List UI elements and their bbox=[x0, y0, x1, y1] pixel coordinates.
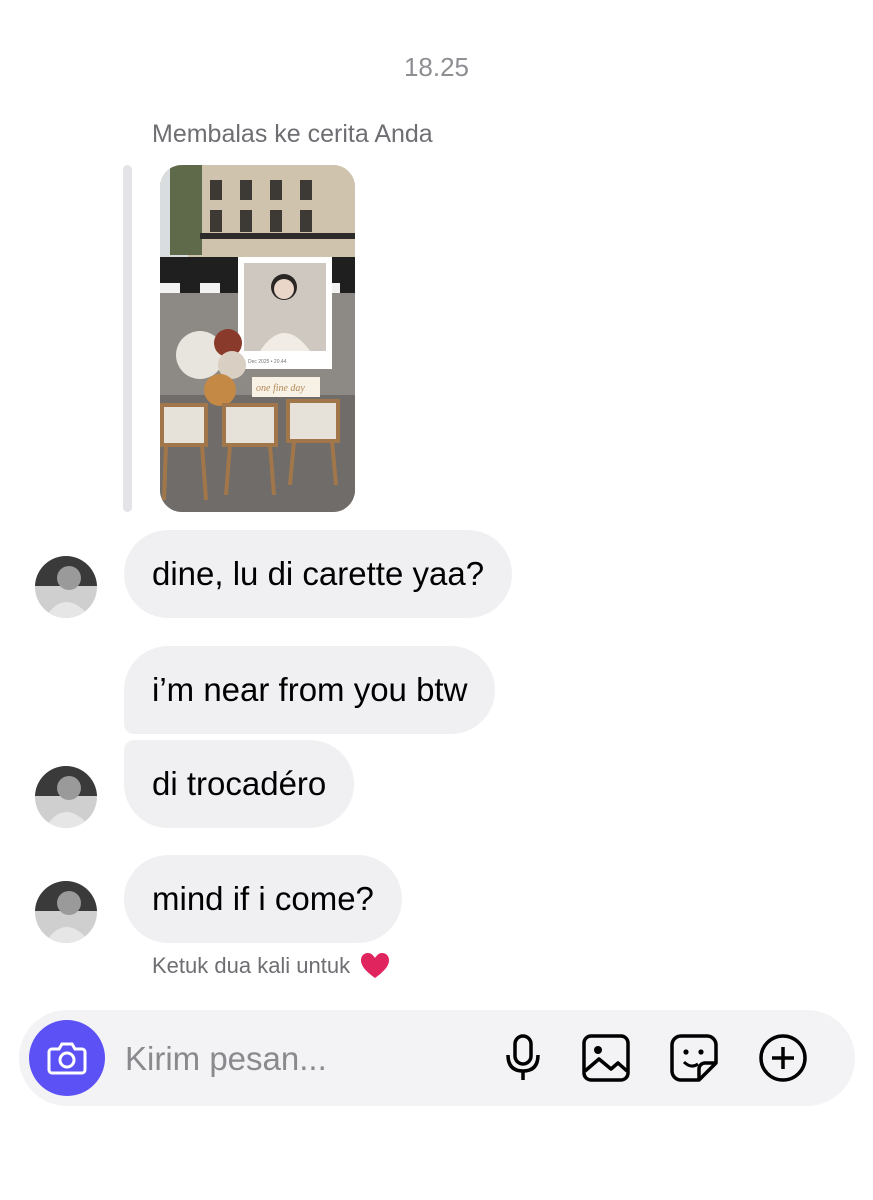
message-bubble[interactable]: mind if i come? bbox=[124, 855, 402, 943]
avatar-photo bbox=[35, 766, 97, 828]
microphone-icon bbox=[506, 1034, 540, 1080]
heart-icon bbox=[360, 952, 390, 980]
chat-screen: 18.25 Membalas ke cerita Anda Dec 2025 •… bbox=[0, 0, 873, 1200]
avatar-photo bbox=[35, 556, 97, 618]
avatar-photo bbox=[35, 881, 97, 943]
message-timestamp: 18.25 bbox=[403, 52, 470, 82]
message-bubble[interactable]: dine, lu di carette yaa? bbox=[124, 530, 513, 618]
story-reply-label: Membalas ke cerita Anda bbox=[152, 120, 433, 148]
message-bubble[interactable]: di trocadéro bbox=[124, 740, 355, 828]
camera-button[interactable] bbox=[29, 1020, 105, 1096]
message-composer bbox=[19, 1010, 855, 1106]
microphone-button[interactable] bbox=[497, 1032, 549, 1084]
story-script-caption: one fine day bbox=[256, 383, 305, 394]
camera-icon bbox=[47, 1042, 87, 1075]
sender-avatar[interactable] bbox=[35, 766, 97, 828]
gallery-icon bbox=[582, 1034, 630, 1082]
sticker-button[interactable] bbox=[668, 1032, 720, 1084]
double-tap-hint: Ketuk dua kali untuk bbox=[152, 952, 390, 980]
message-bubble[interactable]: i’m near from you btw bbox=[124, 646, 496, 734]
message-input[interactable] bbox=[123, 1034, 487, 1084]
more-options-button[interactable] bbox=[757, 1032, 809, 1084]
plus-icon bbox=[759, 1034, 807, 1082]
story-thumbnail[interactable]: Dec 2025 • 20.44 one fine day bbox=[160, 165, 355, 512]
sender-avatar[interactable] bbox=[35, 881, 97, 943]
double-tap-hint-text: Ketuk dua kali untuk bbox=[152, 953, 351, 978]
sender-avatar[interactable] bbox=[35, 556, 97, 618]
story-small-caption: Dec 2025 • 20.44 bbox=[248, 359, 287, 365]
reply-quote-bar bbox=[123, 165, 132, 512]
gallery-button[interactable] bbox=[580, 1032, 632, 1084]
sticker-icon bbox=[670, 1034, 718, 1082]
story-scene-image: Dec 2025 • 20.44 one fine day bbox=[160, 165, 355, 512]
